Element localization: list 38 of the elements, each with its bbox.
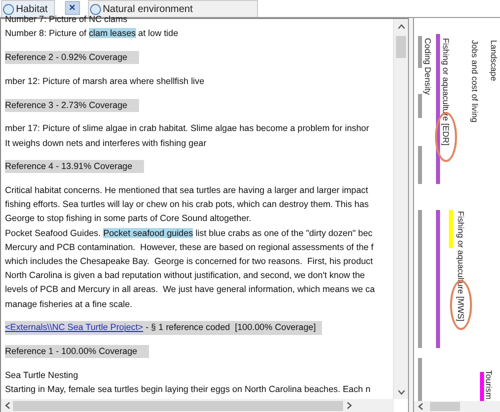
stripe-label: Jobs and cost of living bbox=[470, 40, 480, 122]
text-line: George to stop fishing in some parts of Core Sound altogether. bbox=[5, 212, 252, 226]
text-line: North Carolina is given a bad reputation without justification, and second, we don't know the bbox=[5, 269, 366, 282]
tab[interactable]: Habitat bbox=[1, 0, 55, 17]
source-summary: - § 1 reference coded [100.00% Coverage] bbox=[144, 322, 316, 332]
text-line: mber 12: Picture of marsh area where shellfish live bbox=[5, 74, 206, 88]
stripe-label: Fishing or aquaculture [MWS] bbox=[456, 211, 466, 322]
text-line: fishing efforts. Sea turtles will lay or chew on his crab pots, which can destroy them. This has bbox=[5, 198, 370, 212]
text-line: levels of PCB and Mercury in all areas. We just have general information, which means we ca bbox=[5, 283, 376, 296]
text-line: It weighs down nets and interferes with fishing gear bbox=[5, 136, 208, 150]
reference-heading: Reference 2 - 0.92% Coverage bbox=[5, 50, 140, 64]
reference-heading: Reference 1 - 100.00% Coverage bbox=[5, 345, 150, 358]
stripe-label: Tourism bbox=[484, 370, 494, 400]
text-line: Critical habitat concerns. He mentioned that sea turtles are having a larger and larger impact bbox=[5, 184, 370, 198]
scrollbar-thumb[interactable] bbox=[430, 402, 460, 411]
stripe-label: Landscape bbox=[489, 40, 499, 81]
circle-icon bbox=[90, 4, 101, 14]
text-line: Mercury and PCB contamination. However, these are based on regional assessments of the f bbox=[5, 240, 375, 254]
close-button[interactable]: × bbox=[64, 1, 80, 15]
text-line: Sea Turtle Nesting bbox=[5, 368, 80, 382]
text-line: Pocket Seafood Guides. Pocket seafood guides list blue crabs as one of the "dirty dozen" bec bbox=[5, 226, 374, 240]
horizontal-scrollbar[interactable] bbox=[1, 399, 394, 412]
scrollbar-thumb[interactable] bbox=[396, 36, 406, 58]
circle-icon bbox=[3, 4, 14, 14]
reference-heading: Reference 4 - 13.91% Coverage bbox=[5, 160, 144, 174]
reference-heading: Reference 3 - 2.73% Coverage bbox=[5, 98, 140, 112]
text-line: Starting in May, female sea turtles begin laying their eggs on North Carolina beaches. Each n bbox=[5, 383, 372, 396]
text-line: manage fisheries at a fine scale. bbox=[5, 298, 134, 311]
stripe-label: Coding Density bbox=[423, 38, 433, 95]
stripe-label: Fishing or aquaculture [EDR] bbox=[441, 38, 451, 146]
scrollbar-thumb[interactable] bbox=[13, 400, 343, 410]
text-line: mber 17: Picture of slime algae in crab habitat. Slime algae has become a problem for inshor bbox=[5, 122, 370, 136]
text-line: Number 8: Picture of clam leases at low tide bbox=[5, 27, 180, 40]
tab[interactable]: Natural environment bbox=[88, 0, 258, 17]
horizontal-scrollbar[interactable] bbox=[414, 401, 500, 412]
source-link[interactable]: <Externals\\NC Sea Turtle Project> bbox=[5, 322, 144, 332]
vertical-scrollbar[interactable] bbox=[393, 19, 408, 399]
text-line: which includes the Chesapeake Bay. George is concerned for two reasons. First, his product bbox=[5, 255, 374, 268]
